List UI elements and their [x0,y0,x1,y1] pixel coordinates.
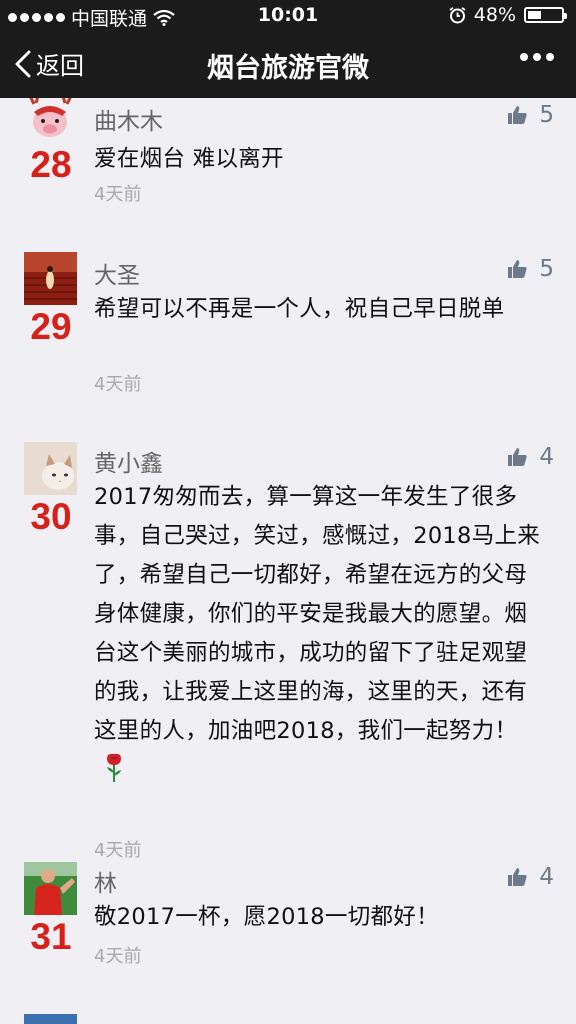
avatar[interactable] [24,98,77,143]
red-stairs-photo-avatar-image [24,252,77,305]
battery-icon [524,7,567,23]
like-button[interactable]: 4 [507,864,554,890]
rank-number: 30 [30,496,72,537]
avatar[interactable] [24,252,77,305]
rank-number: 31 [30,916,72,957]
rank-number: 28 [30,144,72,185]
comment-item: 31 林 4 敬2017一杯，愿2018一切都好！ 4天前 [0,862,576,992]
comment-text: 敬2017一杯，愿2018一切都好！ [94,904,439,930]
comment-text: 爱在烟台 难以离开 [94,146,284,172]
rose-icon [107,753,121,782]
avatar[interactable] [24,1014,77,1024]
status-bar: 中国联通 10:01 48% [0,0,576,32]
like-button[interactable]: 5 [507,102,554,128]
comment-text: 2017匆匆而去，算一算这一年发生了很多事，自己哭过，笑过，感慨过，2018马上… [94,478,549,790]
commenter-name: 曲木木 [94,109,163,135]
battery-fill [528,11,542,19]
like-button[interactable]: 5 [507,256,554,282]
rank-number: 29 [30,306,72,347]
like-button[interactable]: 4 [507,444,554,470]
comment-item: 29 大圣 5 希望可以不再是一个人，祝自己早日脱单 4天前 [0,252,576,432]
nav-bar: 返回 烟台旅游官微 [0,32,576,98]
avatar[interactable] [24,442,77,495]
more-dots-icon[interactable] [520,52,554,62]
thumbs-up-icon [508,106,527,124]
like-count: 5 [539,102,554,128]
comment-text-body: 2017匆匆而去，算一算这一年发生了很多事，自己哭过，笑过，感慨过，2018马上… [94,484,541,744]
comment-time: 4天前 [94,840,142,861]
cat-photo-avatar-image [24,442,77,495]
alarm-icon [449,6,466,23]
thumbs-up-icon [508,868,527,886]
like-count: 5 [539,256,554,282]
commenter-name: 黄小鑫 [94,451,163,477]
comment-time: 4天前 [94,946,142,967]
avatar[interactable] [24,862,77,915]
comment-time: 4天前 [94,184,142,205]
soccer-player-avatar-image [24,862,77,915]
comment-time: 4天前 [94,374,142,395]
commenter-name: 林 [94,871,117,897]
thumbs-up-icon [508,260,527,278]
thumbs-up-icon [508,448,527,466]
commenter-name: 大圣 [94,263,140,289]
comment-item: 28 曲木木 5 爱在烟台 难以离开 4天前 [0,98,576,258]
comment-item-partial [0,1014,576,1024]
battery-percent: 48% [473,4,516,26]
comment-item: 30 黄小鑫 4 2017匆匆而去，算一算这一年发生了很多事，自己哭过，笑过，感… [0,442,576,862]
cartoon-pig-avatar-image [24,98,77,143]
page-title: 烟台旅游官微 [207,53,369,84]
like-count: 4 [539,864,554,890]
comment-list[interactable]: 28 曲木木 5 爱在烟台 难以离开 4天前 29 大圣 5 希望可以不再是一个… [0,98,576,1024]
like-count: 4 [539,444,554,470]
comment-text: 希望可以不再是一个人，祝自己早日脱单 [94,296,505,322]
